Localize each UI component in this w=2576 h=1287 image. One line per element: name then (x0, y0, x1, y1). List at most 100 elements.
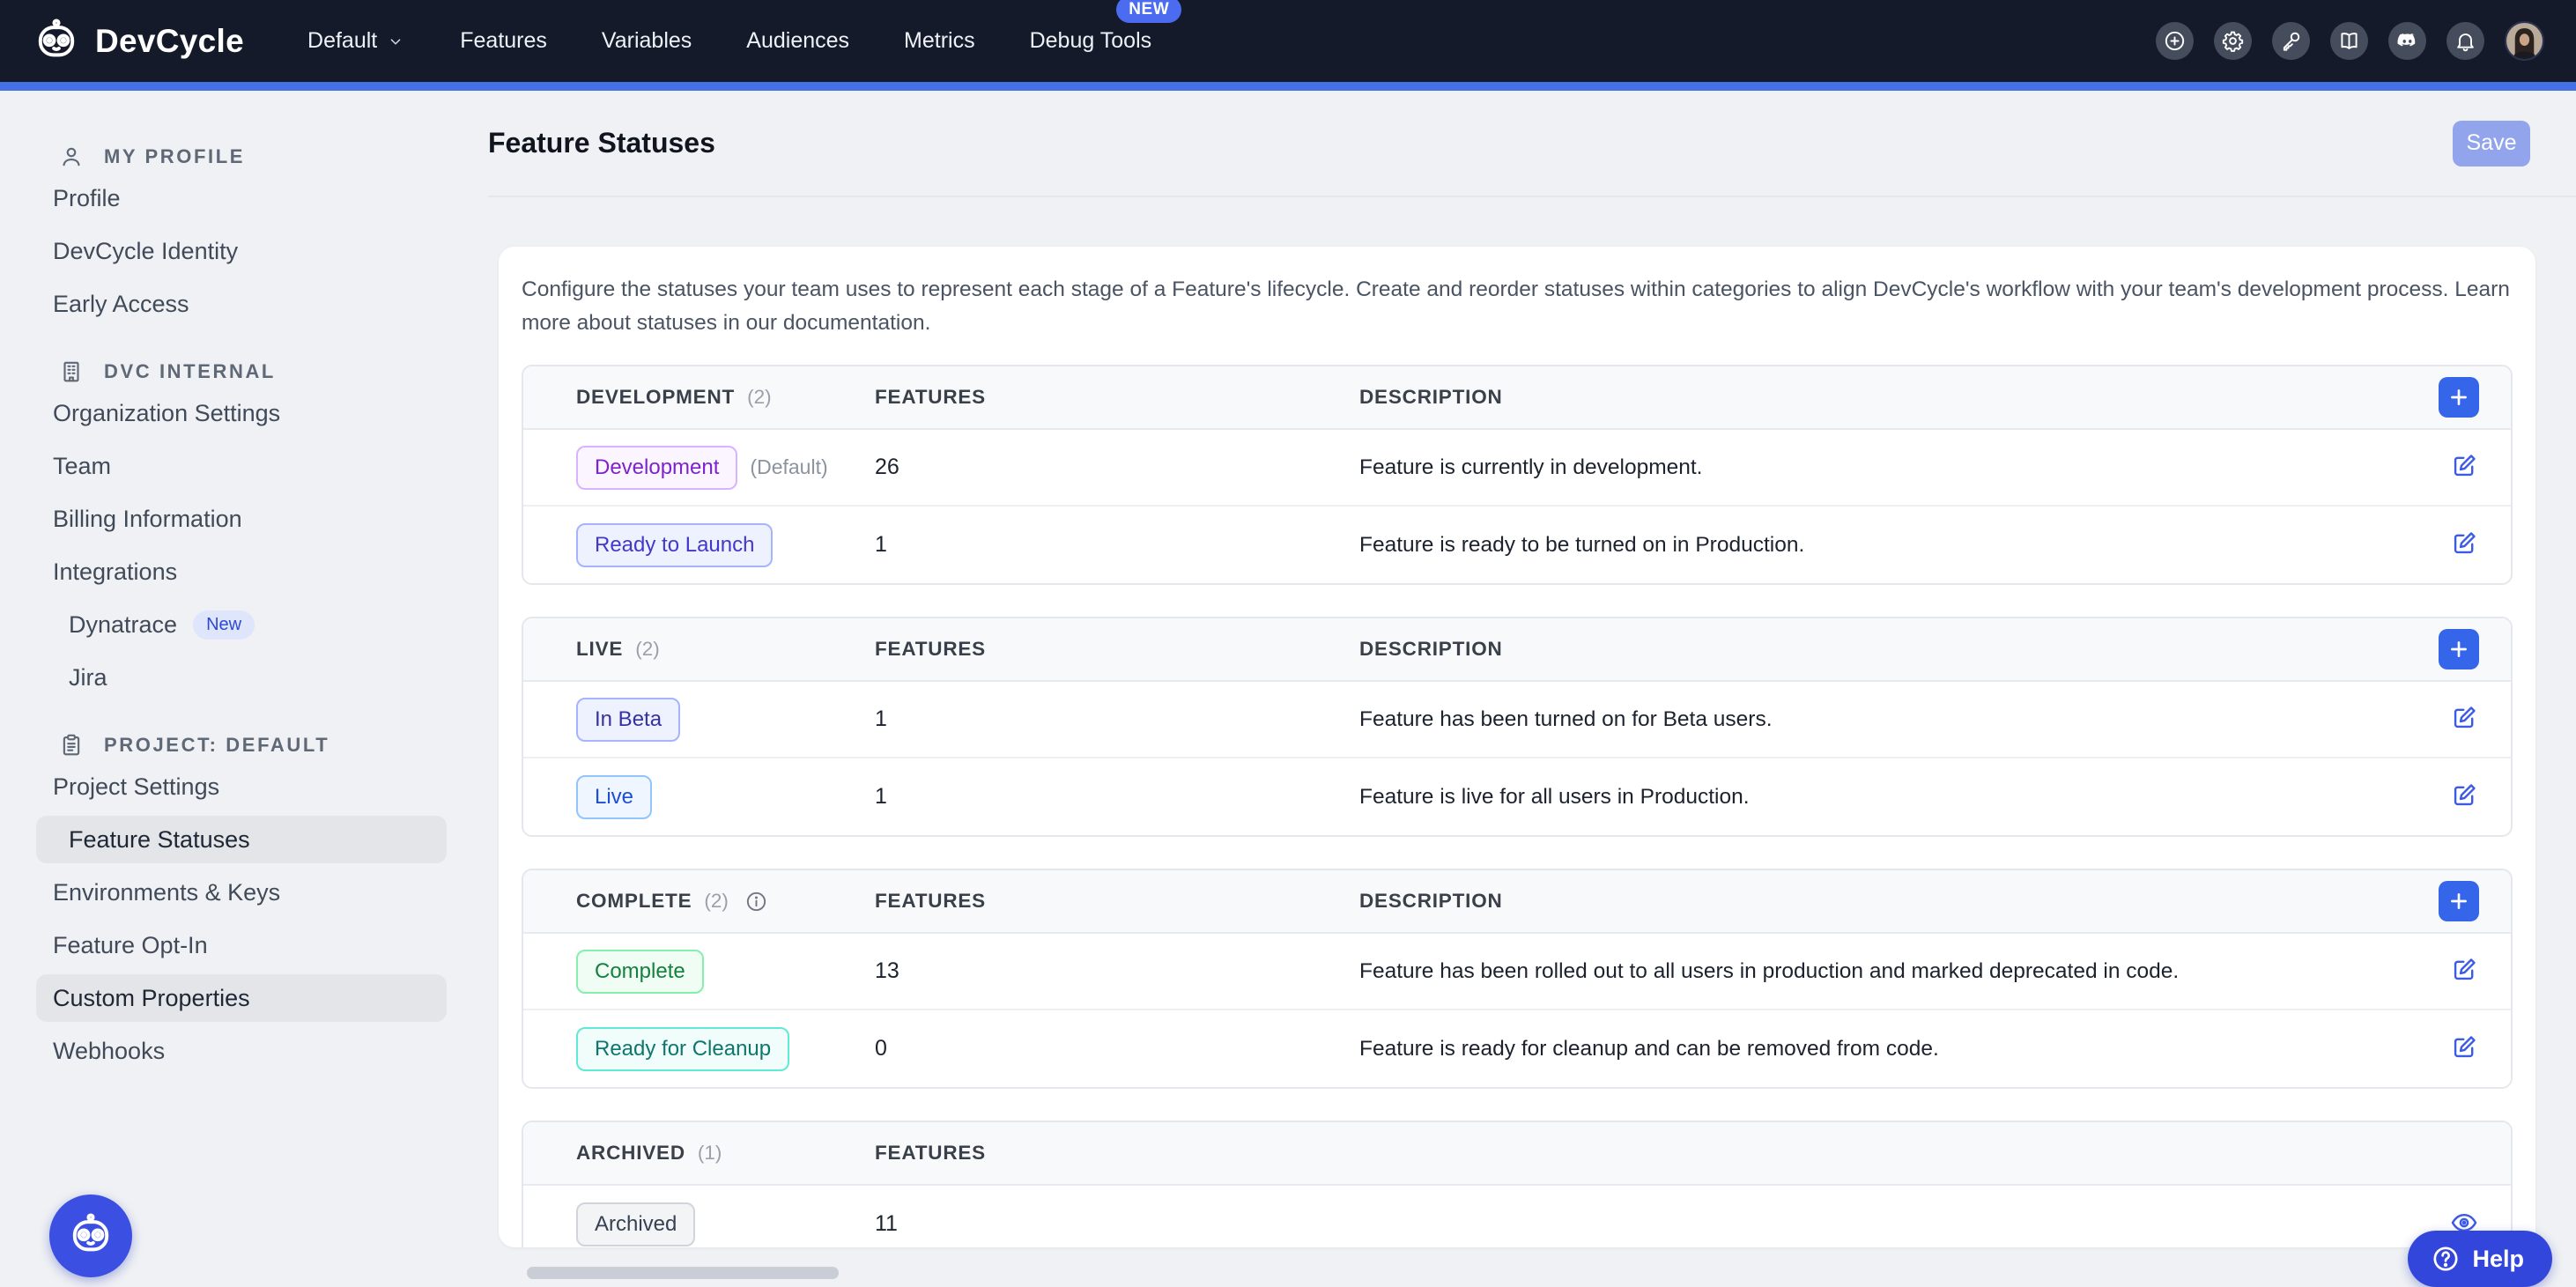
features-count: 1 (875, 784, 887, 809)
status-row-ready-to-launch: Ready to Launch 1 Feature is ready to be t… (523, 507, 2511, 583)
help-label: Help (2472, 1246, 2524, 1273)
sidebar-item-label: Profile (53, 185, 121, 212)
nav-item-features[interactable]: Features (460, 28, 547, 54)
nav-item-metrics[interactable]: Metrics (904, 28, 975, 54)
edit-status-button[interactable] (2449, 780, 2479, 813)
status-group-live: LIVE(2)FEATURESDESCRIPTIONIn Beta1Featur… (522, 617, 2513, 837)
status-pill: In Beta (576, 698, 680, 742)
devcycle-robot-icon (32, 17, 81, 66)
sidebar-item-label: Project Settings (53, 773, 219, 801)
group-name: ARCHIVED (576, 1142, 685, 1165)
status-pill: Ready to Launch (576, 523, 773, 567)
user-icon (58, 144, 85, 170)
sidebar-item-billing-information[interactable]: Billing Information (36, 495, 447, 543)
features-column-header: FEATURES (875, 1142, 986, 1164)
sidebar-item-jira[interactable]: Jira (36, 654, 447, 701)
edit-status-button[interactable] (2449, 703, 2479, 736)
avatar-photo (2506, 23, 2543, 59)
group-header-row: LIVE(2)FEATURESDESCRIPTION (523, 618, 2511, 682)
description-column-header: DESCRIPTION (1359, 638, 1503, 660)
sidebar-item-label: Team (53, 453, 111, 480)
sidebar-item-feature-statuses[interactable]: Feature Statuses (36, 816, 447, 863)
help-button[interactable]: Help (2408, 1231, 2552, 1287)
sidebar-item-custom-properties[interactable]: Custom Properties (36, 974, 447, 1022)
features-column-header: FEATURES (875, 890, 986, 912)
status-pill: Ready for Cleanup (576, 1027, 789, 1071)
sidebar-section-label: MY PROFILE (104, 145, 245, 168)
nav-accent-bar (0, 82, 2576, 91)
edit-status-button[interactable] (2449, 529, 2479, 561)
help-question-icon (2431, 1244, 2461, 1274)
sidebar-item-label: DevCycle Identity (53, 238, 238, 265)
gear-button[interactable] (2214, 22, 2252, 60)
bell-button[interactable] (2446, 22, 2484, 60)
edit-icon (2449, 955, 2479, 985)
sidebar-item-integrations[interactable]: Integrations (36, 548, 447, 595)
sidebar-item-feature-opt-in[interactable]: Feature Opt-In (36, 921, 447, 969)
group-count: (2) (747, 386, 772, 409)
sidebar-item-profile[interactable]: Profile (36, 174, 447, 222)
add-status-button[interactable] (2439, 881, 2479, 921)
book-icon (2337, 29, 2361, 53)
features-column-header: FEATURES (875, 386, 986, 408)
avatar[interactable] (2505, 21, 2544, 61)
status-row-ready-for-cleanup: Ready for Cleanup0Feature is ready for c… (523, 1010, 2511, 1087)
key-button[interactable] (2272, 22, 2310, 60)
save-button[interactable]: Save (2453, 121, 2530, 166)
page-title: Feature Statuses (488, 127, 715, 159)
horizontal-scrollbar-thumb[interactable] (527, 1267, 839, 1279)
sidebar-item-team[interactable]: Team (36, 442, 447, 490)
sidebar-item-webhooks[interactable]: Webhooks (36, 1027, 447, 1075)
feature-statuses-card: Configure the statuses your team uses to… (499, 247, 2535, 1247)
status-description: Feature is ready to be turned on in Prod… (1359, 533, 1804, 557)
nav-item-audiences[interactable]: Audiences (746, 28, 849, 54)
sidebar-item-dynatrace[interactable]: DynatraceNew (36, 601, 447, 648)
features-count: 1 (875, 706, 887, 731)
book-button[interactable] (2330, 22, 2368, 60)
sidebar-section-label: DVC INTERNAL (104, 360, 276, 383)
nav-item-label: Debug Tools (1030, 28, 1152, 54)
add-status-button[interactable] (2439, 377, 2479, 418)
top-navbar: DevCycle Default Features Variables Audien… (0, 0, 2576, 82)
sidebar-item-environments-keys[interactable]: Environments & Keys (36, 869, 447, 916)
plus-circle-icon (2163, 29, 2187, 53)
edit-status-button[interactable] (2449, 955, 2479, 987)
sidebar-item-organization-settings[interactable]: Organization Settings (36, 389, 447, 437)
sidebar-section-my-profile: MY PROFILE (0, 139, 481, 174)
add-status-button[interactable] (2439, 629, 2479, 669)
edit-status-button[interactable] (2449, 1032, 2479, 1065)
description-column-header: DESCRIPTION (1359, 386, 1503, 408)
group-header-row: COMPLETE(2)FEATURESDESCRIPTION (523, 870, 2511, 934)
nav-item-label: Metrics (904, 28, 975, 54)
nav-project-selector[interactable]: Default (307, 28, 405, 54)
group-header-row: DEVELOPMENT(2)FEATURESDESCRIPTION (523, 366, 2511, 430)
bell-icon (2454, 29, 2477, 53)
discord-button[interactable] (2388, 22, 2426, 60)
devcycle-assistant-button[interactable] (49, 1195, 132, 1277)
sidebar-item-label: Feature Opt-In (53, 932, 208, 959)
group-count: (1) (698, 1142, 722, 1165)
status-pill: Complete (576, 950, 704, 994)
brand-name: DevCycle (95, 23, 244, 60)
sidebar-section-dvc-internal: DVC INTERNAL (0, 354, 481, 389)
edit-icon (2449, 1032, 2479, 1062)
sidebar-item-label: Custom Properties (53, 985, 250, 1012)
sidebar-item-early-access[interactable]: Early Access (36, 280, 447, 328)
status-row-in-beta: In Beta1Feature has been turned on for B… (523, 682, 2511, 758)
sidebar-item-project-settings[interactable]: Project Settings (36, 763, 447, 810)
status-pill: Live (576, 775, 652, 819)
nav-item-debug-tools[interactable]: Debug ToolsNEW (1030, 28, 1152, 54)
nav-right-icons (2156, 21, 2544, 61)
plus-circle-button[interactable] (2156, 22, 2194, 60)
sidebar-item-label: Dynatrace (69, 611, 177, 639)
status-row-live: Live1Feature is live for all users in Pr… (523, 758, 2511, 835)
status-groups: DEVELOPMENT(2)FEATURESDESCRIPTIONDevelop… (522, 365, 2513, 1247)
nav-item-variables[interactable]: Variables (602, 28, 692, 54)
sidebar-item-devcycle-identity[interactable]: DevCycle Identity (36, 227, 447, 275)
edit-status-button[interactable] (2449, 451, 2479, 484)
status-group-complete: COMPLETE(2)FEATURESDESCRIPTIONComplete13… (522, 869, 2513, 1089)
main-content: Feature Statuses Save Configure the stat… (488, 91, 2576, 1276)
status-row-archived: Archived11 (523, 1186, 2511, 1247)
brand-logo[interactable]: DevCycle (32, 17, 244, 66)
features-count: 1 (875, 532, 887, 557)
